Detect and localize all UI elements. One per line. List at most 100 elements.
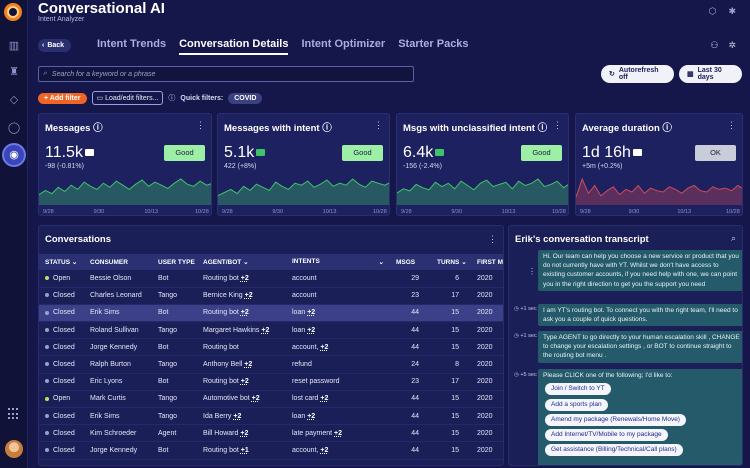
search-icon[interactable]: ⌕ xyxy=(731,233,736,244)
transcript-message: I am YT's routing bot. To connect you wi… xyxy=(538,304,742,327)
bar-chart-icon[interactable]: ▥ xyxy=(6,38,22,54)
consumer-cell: Erik Sims xyxy=(84,407,152,426)
autorefresh-button[interactable]: ↻ Autorefresh off xyxy=(601,65,674,83)
quick-reply-option[interactable]: Add a sports plan xyxy=(545,399,608,411)
status-dot-icon xyxy=(45,310,49,315)
table-row[interactable]: Open Bessie Olson Bot Routing bot +2 account… xyxy=(39,270,503,288)
agent-more-link[interactable]: +2 xyxy=(252,395,260,402)
status-cell: Closed xyxy=(39,338,84,357)
intents-cell: account xyxy=(286,287,390,305)
status-cell: Closed xyxy=(39,407,84,426)
filter-bar: + Add filter ▭ Load/edit filters... ⓘ Qu… xyxy=(38,91,263,105)
more-options-icon[interactable]: ⋮ xyxy=(727,120,736,131)
col-status[interactable]: STATUS ⌄ xyxy=(39,254,84,270)
intents-more-link[interactable]: +2 xyxy=(307,413,315,420)
col-agent-bot[interactable]: AGENT/BOT ⌄ xyxy=(197,254,286,270)
table-row[interactable]: Closed Eric Lyons Bot Routing bot +2 reset p… xyxy=(39,373,503,391)
kpi-card-messages-with-intent: Messages with intent ⓘ ⋮ 5.1k 422 (+8%) … xyxy=(217,113,390,216)
intents-more-link[interactable]: +2 xyxy=(307,309,315,316)
status-dot-icon xyxy=(45,293,49,298)
x-tick-label: 10/28 xyxy=(373,209,387,215)
back-button-label: Back xyxy=(47,42,65,49)
table-row[interactable]: Closed Kim Schroeder Agent Bill Howard +2 la… xyxy=(39,424,503,443)
user-type-cell: Tango xyxy=(152,355,197,374)
agent-more-link[interactable]: +2 xyxy=(240,430,248,437)
kpi-title: Messages with intent ⓘ xyxy=(224,123,332,134)
col-user-type[interactable]: USER TYPE xyxy=(152,254,197,270)
load-filters-button[interactable]: ▭ Load/edit filters... xyxy=(91,91,164,105)
layers-icon[interactable]: ⬡ xyxy=(709,6,717,17)
status-badge: Good xyxy=(164,145,205,161)
intents-more-link[interactable]: +2 xyxy=(320,447,328,454)
user-type-cell: Agent xyxy=(152,424,197,443)
kpi-card-messages: Messages ⓘ ⋮ 11.5k -98 (-0.81%) Good 9/2… xyxy=(38,113,212,216)
more-options-icon[interactable]: ⋮ xyxy=(528,267,536,276)
col-msgs[interactable]: MSGS xyxy=(390,254,431,270)
plus-icon: + xyxy=(44,94,49,102)
search-input[interactable]: ⌕ Search for a keyword or a phrase xyxy=(38,66,414,82)
agent-more-link[interactable]: +2 xyxy=(261,327,269,334)
conversations-table: STATUS ⌄ CONSUMER USER TYPE AGENT/BOT ⌄ … xyxy=(39,254,503,460)
apps-grid-icon[interactable] xyxy=(8,408,20,420)
agent-more-link[interactable]: +2 xyxy=(244,361,252,368)
intents-more-link[interactable]: +2 xyxy=(320,395,328,402)
first-message-cell: 2020 xyxy=(471,407,503,426)
date-range-label: Last 30 days xyxy=(697,67,722,81)
back-button[interactable]: ‹ Back xyxy=(38,39,72,52)
intents-more-link[interactable]: +2 xyxy=(334,430,342,437)
table-row[interactable]: Closed Charles Leonard Tango Bernice King +… xyxy=(39,287,503,305)
col-turns[interactable]: TURNS ⌄ xyxy=(431,254,471,270)
intents-more-link[interactable]: +2 xyxy=(320,344,328,351)
tab-intent-optimizer[interactable]: Intent Optimizer xyxy=(301,38,385,55)
table-row[interactable]: Closed Jorge Kennedy Bot Routing bot accoun… xyxy=(39,338,503,357)
agent-cell: Margaret Hawkins +2 xyxy=(197,321,286,340)
x-tick-label: 9/30 xyxy=(94,209,105,215)
agent-more-link[interactable]: +1 xyxy=(241,447,249,454)
tag-icon[interactable]: ◇ xyxy=(6,92,22,108)
table-row[interactable]: Closed Roland Sullivan Tango Margaret Hawki… xyxy=(39,321,503,340)
tab-starter-packs[interactable]: Starter Packs xyxy=(398,38,468,55)
quick-filter-chip[interactable]: COVID xyxy=(228,92,263,104)
agent-more-link[interactable]: +2 xyxy=(241,275,249,282)
msgs-cell: 44 xyxy=(390,321,431,340)
agent-more-link[interactable]: +2 xyxy=(245,292,253,299)
col-intents[interactable]: INTENTS ⌄ xyxy=(286,254,390,270)
agent-more-link[interactable]: +2 xyxy=(233,413,241,420)
gear-icon[interactable]: ✱ xyxy=(728,6,736,17)
more-options-icon[interactable]: ⋮ xyxy=(488,234,497,245)
status-dot-icon xyxy=(45,379,49,384)
quick-reply-option[interactable]: Add Internet/TV/Mobile to my package xyxy=(545,429,668,441)
date-range-button[interactable]: ▦ Last 30 days xyxy=(679,65,742,83)
status-cell: Closed xyxy=(39,424,84,443)
kpi-title: Average duration ⓘ xyxy=(582,123,672,134)
settings-icon[interactable]: ✲ xyxy=(728,40,736,51)
quick-reply-option[interactable]: Get assistance (Billing/Technical/Call p… xyxy=(545,444,683,456)
table-row[interactable]: Closed Erik Sims Tango Ida Berry +2 loan +2 4… xyxy=(39,407,503,426)
msgs-cell: 44 xyxy=(390,338,431,357)
table-row[interactable]: Closed Ralph Burton Tango Anthony Bell +2 re… xyxy=(39,355,503,374)
col-consumer[interactable]: CONSUMER xyxy=(84,254,152,270)
more-options-icon[interactable]: ⋮ xyxy=(196,120,205,131)
intents-more-link[interactable]: +2 xyxy=(307,327,315,334)
quick-reply-option[interactable]: Join / Switch to YT xyxy=(545,383,611,395)
tab-intent-trends[interactable]: Intent Trends xyxy=(97,38,166,55)
conversational-ai-icon[interactable]: ◉ xyxy=(4,145,24,165)
kpi-sparkline: 9/28 9/30 10/13 10/28 xyxy=(39,178,211,215)
table-row[interactable]: Closed Jorge Kennedy Bot Routing bot +1 acco… xyxy=(39,441,503,460)
agent-more-link[interactable]: +2 xyxy=(241,309,249,316)
table-row[interactable]: Closed Erik Sims Bot Routing bot +2 loan +2 4… xyxy=(39,304,503,323)
avatar[interactable] xyxy=(5,440,23,458)
user-icon[interactable]: ◯ xyxy=(6,120,22,136)
add-filter-button[interactable]: + Add filter xyxy=(38,92,87,104)
robot-icon[interactable]: ♜ xyxy=(6,64,22,80)
more-options-icon[interactable]: ⋮ xyxy=(374,120,383,131)
status-dot-icon xyxy=(45,345,49,349)
col-first-message[interactable]: FIRST M xyxy=(471,254,503,270)
more-options-icon[interactable]: ⋮ xyxy=(553,120,562,131)
tab-conversation-details[interactable]: Conversation Details xyxy=(179,38,289,55)
table-row[interactable]: Open Mark Curtis Tango Automotive bot +2 los… xyxy=(39,390,503,409)
add-user-icon[interactable]: ⚇ xyxy=(710,40,718,51)
quick-reply-option[interactable]: Amend my package (Renewals/Home Move) xyxy=(545,414,686,426)
agent-more-link[interactable]: +2 xyxy=(241,378,249,385)
app-subtitle: Intent Analyzer xyxy=(38,16,85,23)
